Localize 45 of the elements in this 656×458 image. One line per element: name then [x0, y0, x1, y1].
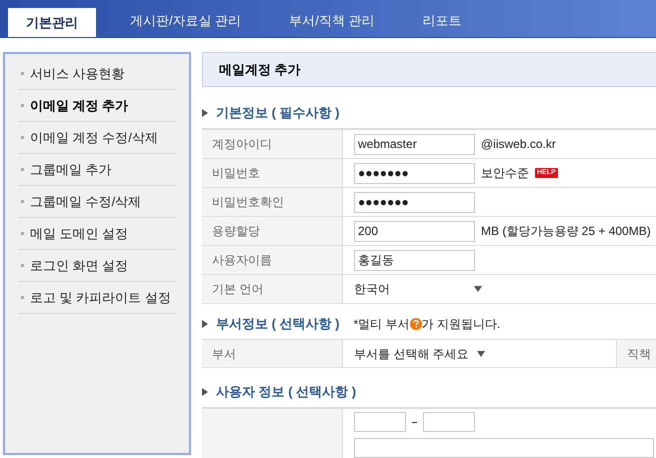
text-input[interactable]: 홍길동 — [354, 250, 475, 270]
field-label: 직책 — [616, 340, 656, 367]
field-label: 비밀번호 — [202, 159, 343, 187]
field-note: MB (할당가능용량 25 + 400MB) — [481, 223, 651, 240]
section-title: 기본정보 ( 필수사항 ) — [216, 104, 340, 122]
note-text: 가 지원됩니다. — [422, 316, 500, 332]
field-note: @iisweb.co.kr — [481, 136, 556, 153]
sidebar-item[interactable]: 로그인 화면 설정 — [18, 250, 176, 282]
nav-tab[interactable]: 게시판/자료실 관리 — [112, 8, 260, 37]
field-label: 기본 언어 — [202, 275, 343, 303]
field-label: 계정아이디 — [202, 130, 343, 158]
language-select[interactable]: 한국어 — [354, 280, 488, 298]
triangle-icon — [202, 108, 208, 116]
sidebar-item[interactable]: 그룹메일 추가 — [18, 154, 176, 186]
sidebar-item[interactable]: 메일 도메인 설정 — [18, 218, 176, 250]
text-input[interactable]: ●●●●●●● — [354, 192, 475, 212]
text-input[interactable]: webmaster — [354, 134, 475, 154]
field-label: 부서 — [202, 340, 343, 367]
postcode-input[interactable] — [354, 412, 406, 432]
page-title: 메일계정 추가 — [202, 52, 656, 87]
sidebar-item[interactable]: 이메일 계정 수정/삭제 — [18, 122, 176, 154]
postcode-input[interactable] — [423, 412, 475, 432]
text-input[interactable]: ●●●●●●● — [354, 162, 475, 184]
field-note: 보안수준 — [481, 165, 529, 182]
note-text: *멀티 부서 — [354, 316, 410, 332]
caret-icon — [474, 286, 482, 292]
field-label: 용량할당 — [202, 217, 343, 245]
field-label: 비밀번호확인 — [202, 188, 343, 216]
question-icon — [410, 318, 422, 330]
nav-tab[interactable]: 리포트 — [404, 8, 480, 37]
sidebar-item[interactable]: 서비스 사용현황 — [18, 58, 176, 90]
address-input[interactable] — [354, 438, 654, 458]
section-title: 사용자 정보 ( 선택사항 ) — [216, 382, 356, 401]
section-title: 부서정보 ( 선택사항 ) — [216, 314, 340, 333]
triangle-icon — [202, 388, 208, 396]
text-input[interactable]: 200 — [354, 220, 475, 242]
nav-tab[interactable]: 기본관리 — [8, 8, 96, 37]
sidebar-item[interactable]: 이메일 계정 추가 — [18, 90, 176, 122]
sidebar-item[interactable]: 로고 및 카피라이트 설정 — [18, 282, 176, 314]
triangle-icon — [202, 320, 208, 328]
sidebar-item[interactable]: 그룹메일 수정/삭제 — [18, 186, 176, 218]
caret-icon — [476, 350, 485, 356]
field-label: 사용자이름 — [202, 246, 343, 274]
department-select[interactable]: 부서를 선택해 주세요 — [354, 344, 485, 362]
nav-tab[interactable]: 부서/직책 관리 — [271, 8, 392, 37]
